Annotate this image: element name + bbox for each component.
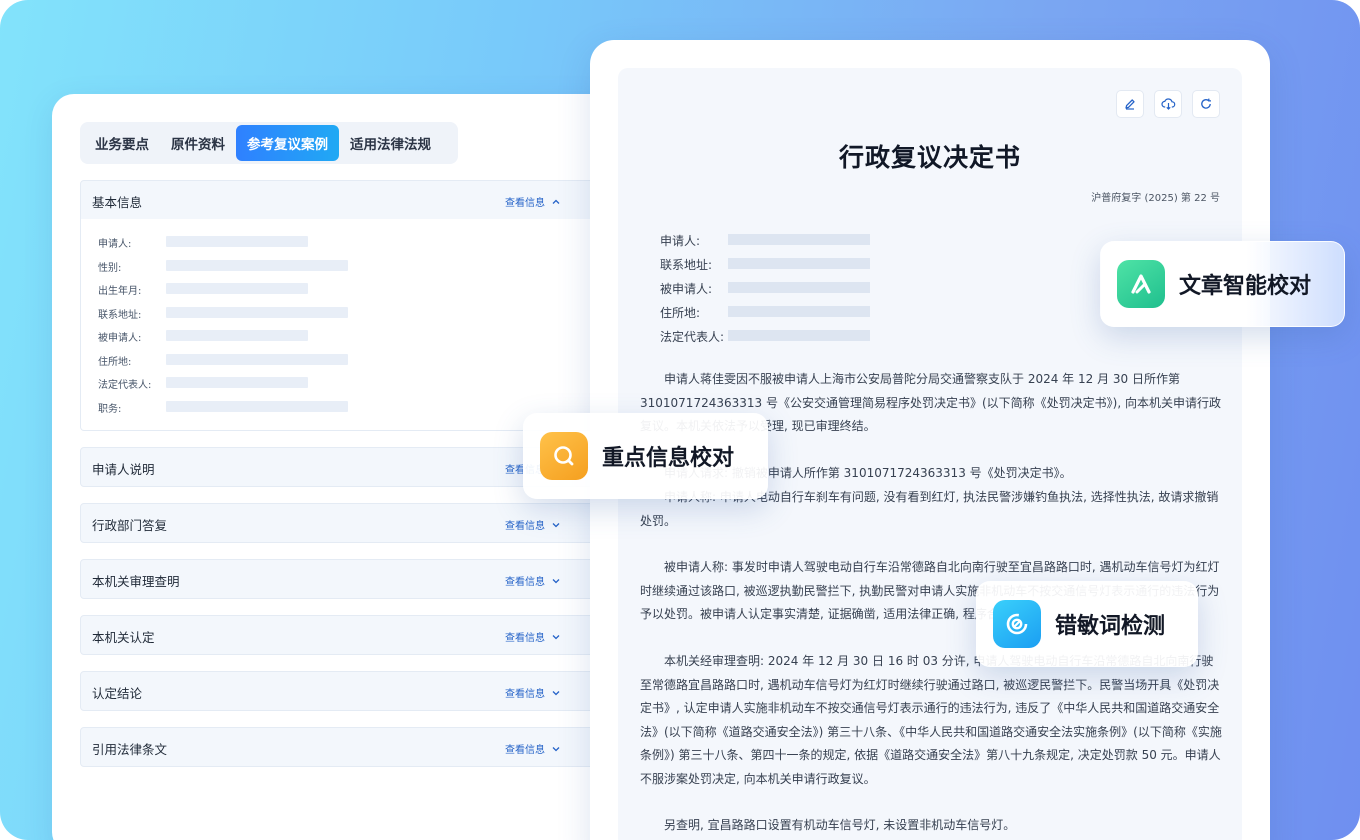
section-title: 引用法律条文 [92, 742, 168, 757]
view-info-link[interactable]: 查看信息 [505, 573, 561, 588]
field-value-placeholder [166, 283, 308, 294]
edit-icon [1125, 99, 1135, 110]
party-value-placeholder [728, 258, 870, 269]
field-label: 出生年月: [98, 286, 142, 297]
section-department-reply[interactable]: 行政部门答复 查看信息 [80, 503, 600, 543]
view-info-link[interactable]: 查看信息 [505, 517, 561, 532]
field-value-placeholder [166, 401, 348, 412]
view-info-link[interactable]: 查看信息 [505, 685, 561, 700]
view-info-label: 查看信息 [505, 633, 545, 644]
party-value-placeholder [728, 330, 870, 341]
badge-label: 重点信息校对 [602, 446, 735, 471]
section-conclusion[interactable]: 认定结论 查看信息 [80, 671, 600, 711]
section-cited-laws[interactable]: 引用法律条文 查看信息 [80, 727, 600, 767]
basic-info-body: 申请人: 性别: 出生年月: 联系地址: 被申请人: 住所地: 法定代表人: 职… [80, 219, 600, 431]
field-value-placeholder [166, 330, 308, 341]
party-label: 住所地: [660, 306, 701, 320]
view-info-link[interactable]: 查看信息 [505, 741, 561, 756]
chevron-down-icon [552, 746, 560, 751]
view-info-label: 查看信息 [505, 577, 545, 588]
view-info-label: 查看信息 [505, 689, 545, 700]
tab-original-materials[interactable]: 原件资料 [160, 125, 236, 161]
document-title: 行政复议决定书 [838, 143, 1021, 172]
refresh-button[interactable] [1192, 90, 1220, 118]
section-title: 认定结论 [92, 686, 143, 701]
chevron-down-icon [552, 522, 560, 527]
party-label: 联系地址: [660, 258, 713, 272]
party-value-placeholder [728, 282, 870, 293]
section-basic-info[interactable]: 基本信息 查看信息 [80, 180, 600, 220]
document-number: 沪普府复字 (2025) 第 22 号 [1091, 193, 1220, 204]
document-paragraph: 另查明, 宜昌路路口设置有机动车信号灯, 未设置非机动车信号灯。 [664, 818, 1016, 832]
chevron-down-icon [552, 690, 560, 695]
field-value-placeholder [166, 260, 348, 271]
view-info-label: 查看信息 [505, 745, 545, 756]
section-title: 基本信息 [92, 195, 143, 210]
party-label: 申请人: [660, 234, 701, 248]
tab-bar: 业务要点 原件资料 参考复议案例 适用法律法规 [80, 122, 458, 164]
chevron-up-icon [552, 199, 560, 204]
section-review-findings[interactable]: 本机关审理查明 查看信息 [80, 559, 600, 599]
search-icon [540, 432, 588, 480]
view-info-label: 查看信息 [505, 521, 545, 532]
document-paragraph: 本机关经审理查明: 2024 年 12 月 30 日 16 时 03 分许, 申… [640, 654, 1222, 786]
tab-business-points[interactable]: 业务要点 [84, 125, 160, 161]
section-title: 行政部门答复 [92, 518, 168, 533]
section-applicant-statement[interactable]: 申请人说明 查看信息 [80, 447, 600, 487]
party-value-placeholder [728, 306, 870, 317]
field-value-placeholder [166, 307, 348, 318]
edit-button[interactable] [1116, 90, 1144, 118]
badge-key-info-proofreading: 重点信息校对 [523, 413, 768, 499]
view-info-label: 查看信息 [505, 198, 545, 209]
view-info-link[interactable]: 查看信息 [505, 194, 561, 209]
field-label: 职务: [98, 404, 122, 415]
party-label: 被申请人: [660, 282, 713, 296]
sensitive-detect-icon [993, 600, 1041, 648]
field-label: 被申请人: [98, 333, 142, 344]
refresh-icon [1201, 98, 1211, 109]
field-label: 性别: [98, 263, 122, 274]
badge-label: 错敏词检测 [1055, 614, 1166, 639]
section-title: 申请人说明 [92, 462, 155, 477]
download-button[interactable] [1154, 90, 1182, 118]
view-info-link[interactable]: 查看信息 [505, 629, 561, 644]
cloud-download-icon [1160, 98, 1175, 110]
section-agency-determination[interactable]: 本机关认定 查看信息 [80, 615, 600, 655]
chevron-down-icon [552, 578, 560, 583]
tab-applicable-laws[interactable]: 适用法律法规 [339, 125, 442, 161]
section-title: 本机关审理查明 [92, 574, 180, 589]
party-value-placeholder [728, 234, 870, 245]
badge-article-proofreading: 文章智能校对 [1100, 241, 1345, 327]
proofread-logo-icon [1117, 260, 1165, 308]
field-value-placeholder [166, 354, 348, 365]
field-label: 住所地: [98, 357, 132, 368]
party-label: 法定代表人: [660, 330, 725, 344]
field-label: 联系地址: [98, 310, 142, 321]
field-value-placeholder [166, 377, 308, 388]
section-title: 本机关认定 [92, 630, 155, 645]
tab-reference-cases[interactable]: 参考复议案例 [236, 125, 339, 161]
badge-sensitive-word-detection: 错敏词检测 [976, 581, 1198, 667]
field-label: 法定代表人: [98, 380, 152, 391]
chevron-down-icon [552, 634, 560, 639]
field-value-placeholder [166, 236, 308, 247]
background-frame: 业务要点 原件资料 参考复议案例 适用法律法规 基本信息 查看信息 申请人: 性… [0, 0, 1360, 840]
field-label: 申请人: [98, 239, 132, 250]
badge-label: 文章智能校对 [1179, 274, 1312, 299]
